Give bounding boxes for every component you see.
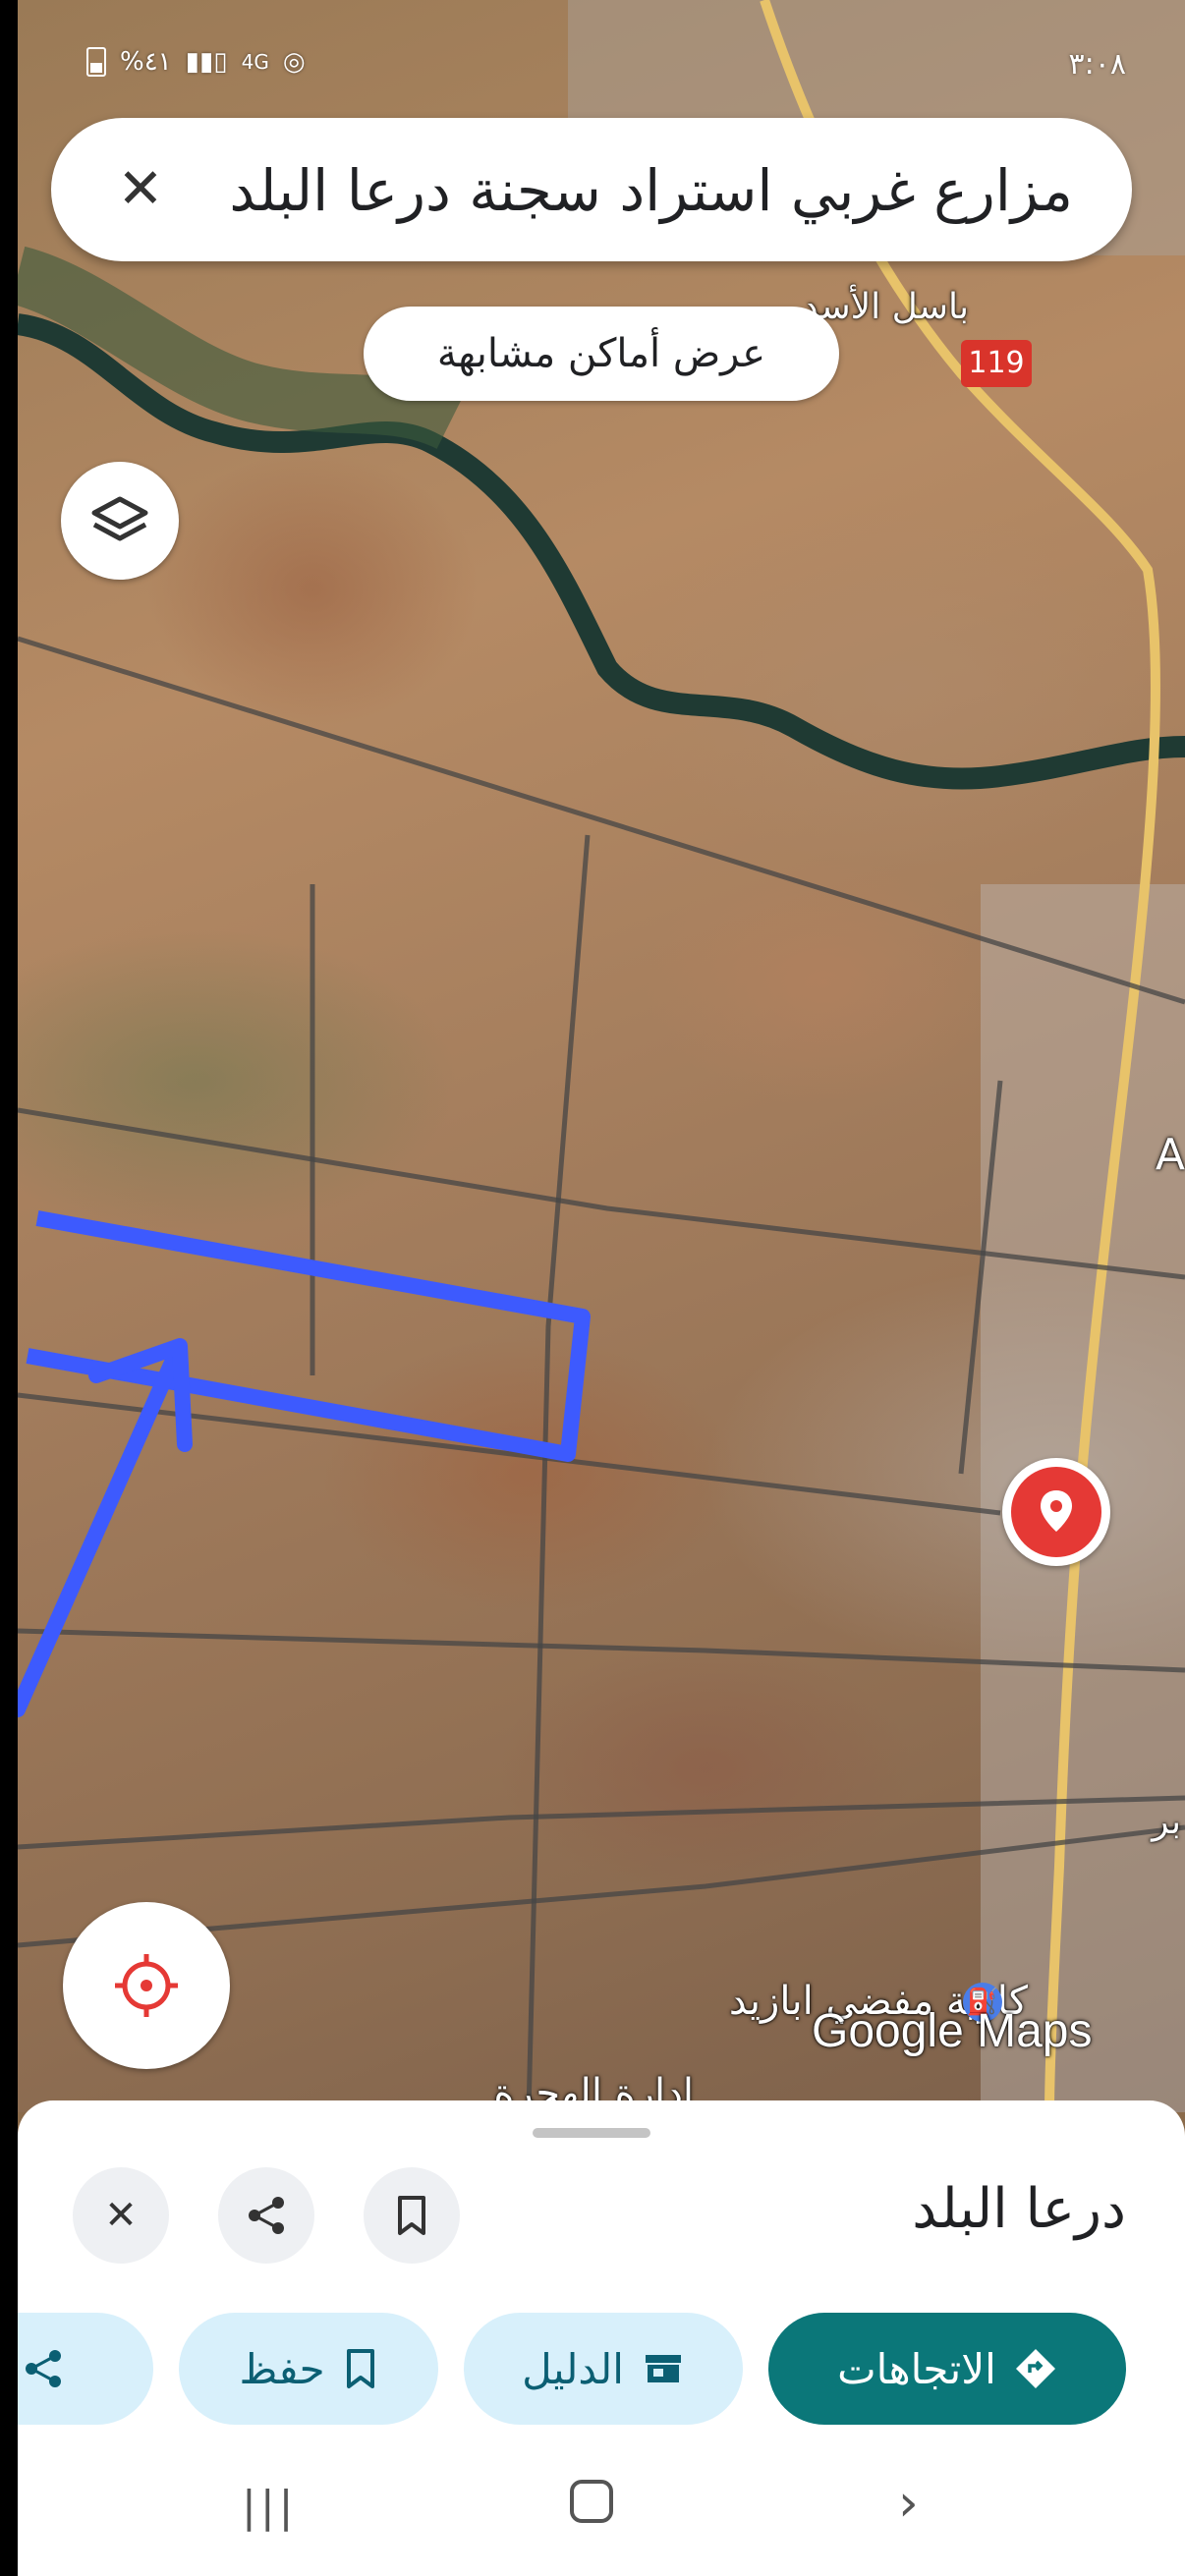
network-type: 4G	[241, 50, 269, 74]
system-nav-bar: ||| ›	[18, 2435, 1185, 2576]
edge-label-2: بر	[1152, 1802, 1181, 1842]
bookmark-button[interactable]	[364, 2167, 460, 2264]
pin-icon	[1011, 1467, 1101, 1557]
share-icon	[249, 2197, 284, 2234]
directions-button[interactable]: الاتجاهات	[768, 2313, 1126, 2425]
search-query[interactable]: مزارع غربي استراد سجنة درعا البلد	[229, 157, 1073, 224]
bookmark-icon	[398, 2196, 425, 2235]
signal-icon: ▮▮▯	[185, 47, 228, 77]
close-icon: ✕	[104, 2193, 138, 2238]
store-icon	[645, 2355, 681, 2382]
save-label: حفظ	[239, 2344, 325, 2393]
place-pin[interactable]	[1002, 1458, 1110, 1566]
bookmark-icon	[346, 2349, 374, 2388]
status-indicators: %٤١ ▮▮▯ 4G ◎	[86, 47, 306, 77]
edge-label: A	[1155, 1130, 1185, 1180]
save-button[interactable]: حفظ	[179, 2313, 438, 2425]
google-maps-logo: Google Maps	[812, 2005, 1093, 2057]
place-label: باسل الأسد	[802, 287, 969, 327]
layers-button[interactable]	[61, 462, 179, 580]
status-bar: %٤١ ▮▮▯ 4G ◎ ٣:٠٨	[18, 0, 1185, 108]
my-location-button[interactable]	[63, 1902, 230, 2069]
share-chip[interactable]: م	[18, 2313, 153, 2425]
satellite-map[interactable]: %٤١ ▮▮▯ 4G ◎ ٣:٠٨ باسل الأسد 119 كازية م…	[18, 0, 1185, 2112]
share-icon	[26, 2350, 62, 2387]
close-sheet-button[interactable]: ✕	[73, 2167, 169, 2264]
similar-places-chip[interactable]: عرض أماكن مشابهة	[364, 307, 839, 401]
app-screen: %٤١ ▮▮▯ 4G ◎ ٣:٠٨ باسل الأسد 119 كازية م…	[18, 0, 1185, 2576]
hotspot-icon: ◎	[282, 47, 306, 77]
back-icon[interactable]: ›	[898, 2474, 919, 2533]
search-bar[interactable]: ✕ مزارع غربي استراد سجنة درعا البلد	[51, 118, 1132, 261]
home-icon[interactable]	[570, 2480, 613, 2523]
place-title: درعا البلد	[912, 2177, 1126, 2241]
location-target-icon	[115, 1954, 178, 2017]
directions-label: الاتجاهات	[837, 2344, 996, 2393]
battery-level: %٤١	[120, 47, 172, 77]
close-icon[interactable]: ✕	[112, 161, 169, 218]
route-badge: 119	[961, 340, 1032, 387]
guide-label: الدليل	[522, 2344, 624, 2393]
annotation-rectangle	[26, 1210, 591, 1462]
drag-handle[interactable]	[533, 2128, 650, 2138]
recent-apps-icon[interactable]: |||	[242, 2482, 297, 2532]
layers-icon	[91, 496, 148, 541]
directions-icon	[1015, 2349, 1055, 2388]
battery-icon	[86, 47, 106, 77]
guide-button[interactable]: الدليل	[464, 2313, 743, 2425]
annotation-arrow	[18, 1348, 183, 1717]
status-time: ٣:٠٨	[1068, 47, 1126, 82]
share-button[interactable]	[218, 2167, 314, 2264]
